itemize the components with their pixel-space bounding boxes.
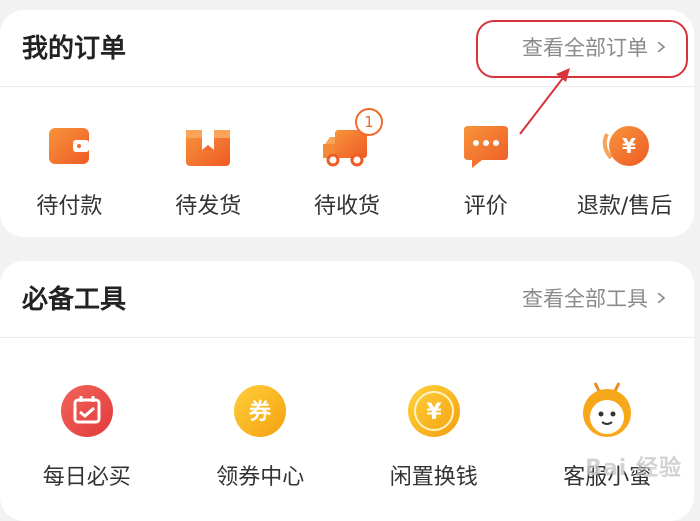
watermark: Bai 经验	[585, 456, 682, 481]
annotation-arrow-icon	[519, 68, 570, 135]
